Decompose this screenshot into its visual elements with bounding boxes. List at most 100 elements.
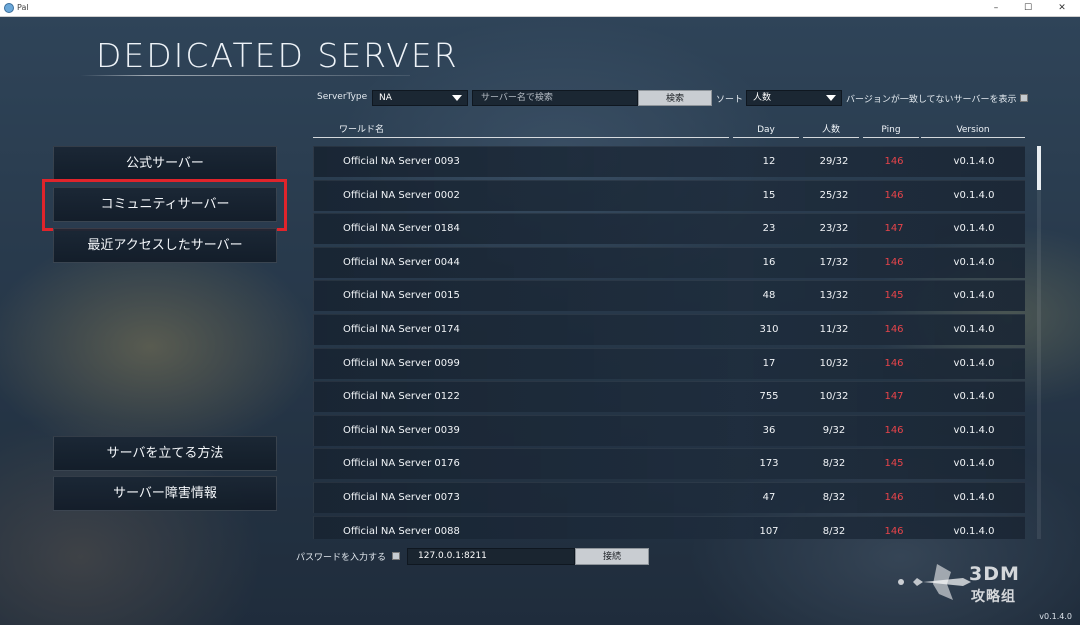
server-ping: 146	[884, 189, 904, 201]
server-day: 47	[762, 492, 776, 503]
server-type-select[interactable]: NA	[372, 90, 468, 106]
highlight-annotation-box	[42, 179, 287, 231]
password-checkbox[interactable]	[392, 552, 400, 560]
server-version: v0.1.4.0	[953, 391, 995, 403]
server-version: v0.1.4.0	[953, 290, 995, 302]
server-name: Official NA Server 0039	[343, 424, 460, 436]
server-version: v0.1.4.0	[953, 324, 995, 335]
server-name: Official NA Server 0002	[343, 189, 460, 201]
search-input[interactable]: サーバー名で検索	[472, 90, 638, 106]
server-outage-info-button[interactable]: サーバー障害情報	[53, 476, 277, 511]
server-type-label: ServerType	[317, 92, 368, 102]
server-version: v0.1.4.0	[953, 492, 995, 503]
server-name: Official NA Server 0015	[343, 290, 460, 302]
server-players: 25/32	[819, 189, 849, 201]
table-row[interactable]: Official NA Server 0002 15 25/32 146 v0.…	[313, 179, 1025, 211]
column-players[interactable]: 人数	[803, 122, 859, 138]
close-button[interactable]: ✕	[1046, 1, 1078, 16]
server-day: 17	[762, 357, 776, 369]
server-ping: 146	[884, 256, 904, 268]
connect-button[interactable]: 接続	[575, 548, 649, 565]
server-name: Official NA Server 0073	[343, 492, 460, 503]
server-ping: 146	[884, 424, 904, 436]
watermark-subtext: 攻略组	[971, 589, 1016, 605]
how-to-host-button[interactable]: サーバを立てる方法	[53, 436, 277, 471]
server-players: 10/32	[819, 357, 849, 369]
recent-servers-button[interactable]: 最近アクセスしたサーバー	[53, 228, 277, 263]
server-name: Official NA Server 0088	[343, 525, 460, 537]
server-version: v0.1.4.0	[953, 424, 995, 436]
search-button[interactable]: 検索	[638, 90, 712, 106]
app-version: v0.1.4.0	[1039, 612, 1072, 621]
server-day: 48	[762, 290, 776, 302]
server-ping: 146	[884, 156, 904, 167]
server-name: Official NA Server 0122	[343, 391, 460, 403]
server-name: Official NA Server 0044	[343, 256, 460, 268]
table-row[interactable]: Official NA Server 0174 310 11/32 146 v0…	[313, 314, 1025, 345]
table-row[interactable]: Official NA Server 0073 47 8/32 146 v0.1…	[313, 482, 1025, 513]
minimize-button[interactable]: –	[980, 1, 1012, 16]
table-row[interactable]: Official NA Server 0015 48 13/32 145 v0.…	[313, 280, 1025, 312]
column-day[interactable]: Day	[733, 122, 799, 138]
sword-icon	[895, 564, 971, 600]
chevron-down-icon	[452, 95, 462, 101]
server-name: Official NA Server 0184	[343, 223, 460, 235]
watermark-logo: 3DM 攻略组	[893, 560, 1063, 610]
server-players: 10/32	[819, 391, 849, 403]
server-day: 15	[762, 189, 776, 201]
column-version[interactable]: Version	[921, 122, 1025, 138]
server-day: 12	[762, 156, 776, 167]
watermark-text: 3DM	[969, 563, 1020, 585]
page-title: DEDICATED SERVER	[96, 36, 459, 75]
table-row[interactable]: Official NA Server 0039 36 9/32 146 v0.1…	[313, 414, 1025, 446]
version-mismatch-checkbox[interactable]	[1020, 94, 1028, 102]
server-ping: 146	[884, 492, 904, 503]
server-version: v0.1.4.0	[953, 156, 995, 167]
server-name: Official NA Server 0176	[343, 458, 460, 470]
sort-value: 人数	[753, 93, 772, 103]
server-name: Official NA Server 0099	[343, 357, 460, 369]
password-label: パスワードを入力する	[296, 553, 387, 563]
version-mismatch-label: バージョンが一致してないサーバーを表示	[846, 95, 1017, 105]
server-players: 8/32	[822, 458, 846, 470]
scrollbar-thumb[interactable]	[1037, 146, 1041, 190]
server-version: v0.1.4.0	[953, 189, 995, 201]
server-ping: 145	[884, 458, 904, 470]
server-version: v0.1.4.0	[953, 525, 995, 537]
table-row[interactable]: Official NA Server 0122 755 10/32 147 v0…	[313, 381, 1025, 413]
maximize-button[interactable]: ☐	[1012, 1, 1044, 16]
server-players: 13/32	[819, 290, 849, 302]
server-version: v0.1.4.0	[953, 223, 995, 235]
server-players: 23/32	[819, 223, 849, 235]
title-divider	[80, 75, 410, 76]
table-row[interactable]: Official NA Server 0184 23 23/32 147 v0.…	[313, 213, 1025, 245]
server-players: 29/32	[819, 156, 849, 167]
server-day: 173	[759, 458, 779, 470]
table-row[interactable]: Official NA Server 0088 107 8/32 146 v0.…	[313, 515, 1025, 539]
table-row[interactable]: Official NA Server 0099 17 10/32 146 v0.…	[313, 347, 1025, 379]
server-players: 9/32	[822, 424, 846, 436]
server-ping: 146	[884, 324, 904, 335]
table-row[interactable]: Official NA Server 0093 12 29/32 146 v0.…	[313, 146, 1025, 177]
table-row[interactable]: Official NA Server 0044 16 17/32 146 v0.…	[313, 246, 1025, 278]
chevron-down-icon	[826, 95, 836, 101]
server-type-value: NA	[379, 93, 392, 103]
server-address-input[interactable]: 127.0.0.1:8211	[407, 548, 575, 565]
column-ping[interactable]: Ping	[863, 122, 919, 138]
server-name: Official NA Server 0174	[343, 324, 460, 335]
table-row[interactable]: Official NA Server 0176 173 8/32 145 v0.…	[313, 448, 1025, 480]
server-version: v0.1.4.0	[953, 256, 995, 268]
server-players: 17/32	[819, 256, 849, 268]
server-day: 755	[759, 391, 779, 403]
server-ping: 146	[884, 525, 904, 537]
server-list-scrollbar[interactable]	[1037, 146, 1041, 539]
official-servers-button[interactable]: 公式サーバー	[53, 146, 277, 181]
column-world-name[interactable]: ワールド名	[313, 122, 729, 138]
server-players: 11/32	[819, 324, 849, 335]
server-ping: 147	[884, 391, 904, 403]
sort-select[interactable]: 人数	[746, 90, 842, 106]
server-version: v0.1.4.0	[953, 357, 995, 369]
server-day: 107	[759, 525, 779, 537]
server-day: 36	[762, 424, 776, 436]
server-version: v0.1.4.0	[953, 458, 995, 470]
